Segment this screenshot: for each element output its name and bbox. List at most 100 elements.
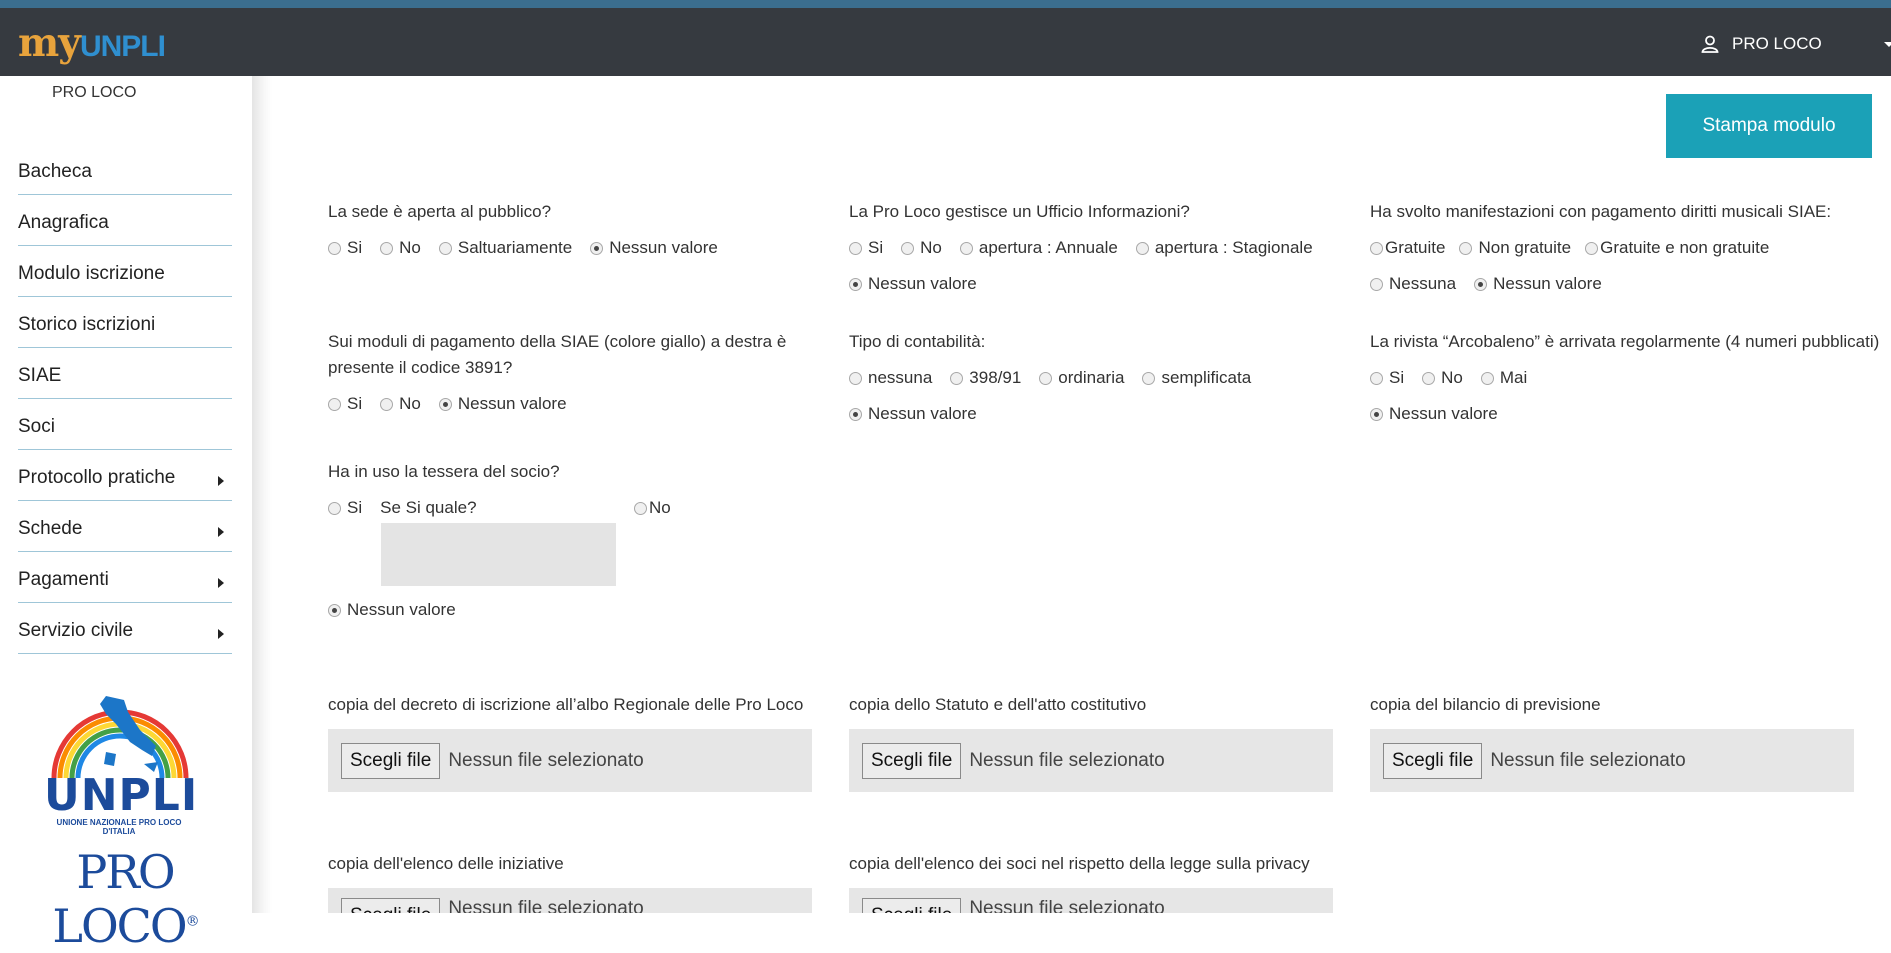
radio-button-selected[interactable] bbox=[328, 603, 341, 617]
logo-unpli-text: UNPLI bbox=[79, 30, 166, 63]
radio-button[interactable] bbox=[634, 501, 647, 515]
sidebar-item-label: Servizio civile bbox=[18, 620, 134, 641]
radio-button[interactable] bbox=[1480, 371, 1494, 385]
sidebar-item-anagrafica[interactable]: Anagrafica bbox=[18, 195, 232, 246]
radio-button[interactable] bbox=[438, 241, 452, 255]
radio-option[interactable]: Si bbox=[849, 238, 883, 258]
caret-right-icon bbox=[218, 527, 224, 537]
print-form-button[interactable]: Stampa modulo bbox=[1666, 94, 1872, 158]
radio-option[interactable]: Nessun valore bbox=[590, 238, 718, 258]
radio-option[interactable]: Nessun valore bbox=[1474, 274, 1602, 294]
radio-button[interactable] bbox=[1585, 241, 1599, 255]
radio-label: apertura : Annuale bbox=[978, 238, 1118, 257]
sidebar-item-pagamenti[interactable]: Pagamenti bbox=[18, 552, 232, 603]
user-menu[interactable]: PRO LOCO bbox=[1700, 34, 1822, 54]
question-label: La Pro Loco gestisce un Ufficio Informaz… bbox=[849, 202, 1190, 221]
radio-option[interactable]: Si bbox=[328, 394, 362, 414]
radio-option[interactable]: Nessuna bbox=[1370, 274, 1456, 294]
radio-button-selected[interactable] bbox=[1474, 277, 1488, 291]
radio-option[interactable]: apertura : Annuale bbox=[959, 238, 1118, 258]
radio-option[interactable]: No bbox=[1422, 368, 1463, 388]
radio-option[interactable]: Gratuite e non gratuite bbox=[1585, 238, 1769, 258]
radio-button[interactable] bbox=[959, 241, 973, 255]
radio-option[interactable]: Mai bbox=[1480, 368, 1527, 388]
no-file-text: Nessun file selezionato bbox=[969, 898, 1165, 913]
radio-button[interactable] bbox=[1370, 277, 1383, 291]
radio-label: Nessuna bbox=[1389, 274, 1457, 293]
user-menu-caret-icon[interactable] bbox=[1884, 42, 1891, 47]
sidebar-item-siae[interactable]: SIAE bbox=[18, 348, 232, 399]
radio-button[interactable] bbox=[849, 241, 862, 255]
radio-button[interactable] bbox=[849, 371, 862, 385]
radio-option[interactable]: ordinaria bbox=[1039, 368, 1124, 388]
radio-button[interactable] bbox=[328, 501, 341, 515]
radio-option[interactable]: Nessun valore bbox=[849, 404, 977, 424]
choose-file-button[interactable]: Scegli file bbox=[862, 898, 962, 913]
radio-label: Nessun valore bbox=[347, 600, 456, 619]
radio-option[interactable]: Nessun valore bbox=[1370, 404, 1498, 424]
sidebar-item-soci[interactable]: Soci bbox=[18, 399, 232, 450]
radio-button[interactable] bbox=[1039, 371, 1053, 385]
radio-option[interactable]: Si bbox=[328, 498, 362, 518]
choose-file-button[interactable]: Scegli file bbox=[862, 742, 962, 779]
radio-option[interactable]: Nessun valore bbox=[438, 394, 567, 414]
radio-option[interactable]: Non gratuite bbox=[1459, 238, 1571, 258]
radio-label: nessuna bbox=[868, 368, 933, 387]
radio-button[interactable] bbox=[950, 371, 964, 385]
radio-option[interactable]: No bbox=[634, 498, 671, 518]
radio-button-selected[interactable] bbox=[849, 407, 862, 421]
question-label-cont: presente il codice 3891? bbox=[328, 358, 513, 377]
sidebar-item-label: Schede bbox=[18, 518, 83, 539]
radio-option[interactable]: No bbox=[380, 394, 421, 414]
myunpli-logo[interactable]: myUNPLI bbox=[18, 20, 166, 66]
radio-option[interactable]: apertura : Stagionale bbox=[1135, 238, 1313, 258]
file-input-statuto[interactable]: Scegli file Nessun file selezionato bbox=[849, 729, 1333, 792]
radio-button[interactable] bbox=[901, 241, 915, 255]
choose-file-button[interactable]: Scegli file bbox=[1383, 742, 1483, 779]
radio-button[interactable] bbox=[1370, 241, 1383, 255]
radio-button[interactable] bbox=[1459, 241, 1473, 255]
radio-button[interactable] bbox=[1142, 371, 1156, 385]
upload-label: copia del bilancio di previsione bbox=[1370, 695, 1601, 714]
choose-file-button[interactable]: Scegli file bbox=[341, 898, 441, 913]
radio-button-selected[interactable] bbox=[590, 241, 604, 255]
radio-option[interactable]: Nessun valore bbox=[328, 600, 456, 620]
radio-option[interactable]: Si bbox=[328, 238, 362, 258]
radio-option[interactable]: Si bbox=[1370, 368, 1404, 388]
radio-option[interactable]: Saltuariamente bbox=[438, 238, 572, 258]
radio-button-selected[interactable] bbox=[1370, 407, 1383, 421]
radio-option[interactable]: No bbox=[901, 238, 942, 258]
sidebar-item-servizio-civile[interactable]: Servizio civile bbox=[18, 603, 232, 654]
radio-button-selected[interactable] bbox=[849, 277, 862, 291]
radio-button[interactable] bbox=[1422, 371, 1436, 385]
choose-file-button[interactable]: Scegli file bbox=[341, 742, 441, 779]
radio-option[interactable]: 398/91 bbox=[950, 368, 1021, 388]
file-input-iniziative[interactable]: Scegli file Nessun file selezionato bbox=[328, 888, 812, 913]
user-icon bbox=[1701, 35, 1719, 53]
radio-button[interactable] bbox=[1370, 371, 1383, 385]
file-input-elenco-soci[interactable]: Scegli file Nessun file selezionato bbox=[849, 888, 1333, 913]
tessera-quale-textarea[interactable] bbox=[381, 523, 616, 586]
radio-button[interactable] bbox=[1135, 241, 1149, 255]
file-input-bilancio[interactable]: Scegli file Nessun file selezionato bbox=[1370, 729, 1854, 792]
radio-button[interactable] bbox=[328, 241, 341, 255]
radio-option[interactable]: Gratuite bbox=[1370, 238, 1445, 258]
sidebar-item-protocollo-pratiche[interactable]: Protocollo pratiche bbox=[18, 450, 232, 501]
file-input-decreto[interactable]: Scegli file Nessun file selezionato bbox=[328, 729, 812, 792]
radio-label: Si bbox=[868, 238, 884, 257]
radio-button[interactable] bbox=[380, 241, 394, 255]
radio-option[interactable]: nessuna bbox=[849, 368, 932, 388]
unpli-italy-rainbow-logo bbox=[51, 696, 189, 779]
radio-option[interactable]: No bbox=[380, 238, 421, 258]
radio-option[interactable]: Nessun valore bbox=[849, 274, 977, 294]
sidebar-item-label: Soci bbox=[18, 416, 55, 437]
sidebar-item-modulo-iscrizione[interactable]: Modulo iscrizione bbox=[18, 246, 232, 297]
sidebar-item-storico-iscrizioni[interactable]: Storico iscrizioni bbox=[18, 297, 232, 348]
sidebar-item-bacheca[interactable]: Bacheca bbox=[18, 144, 232, 195]
radio-option[interactable]: semplificata bbox=[1142, 368, 1251, 388]
proloco-logo-text: PRO LOCO bbox=[52, 845, 187, 953]
radio-button[interactable] bbox=[328, 397, 341, 411]
radio-button[interactable] bbox=[380, 397, 394, 411]
sidebar-item-schede[interactable]: Schede bbox=[18, 501, 232, 552]
radio-button-selected[interactable] bbox=[438, 397, 452, 411]
